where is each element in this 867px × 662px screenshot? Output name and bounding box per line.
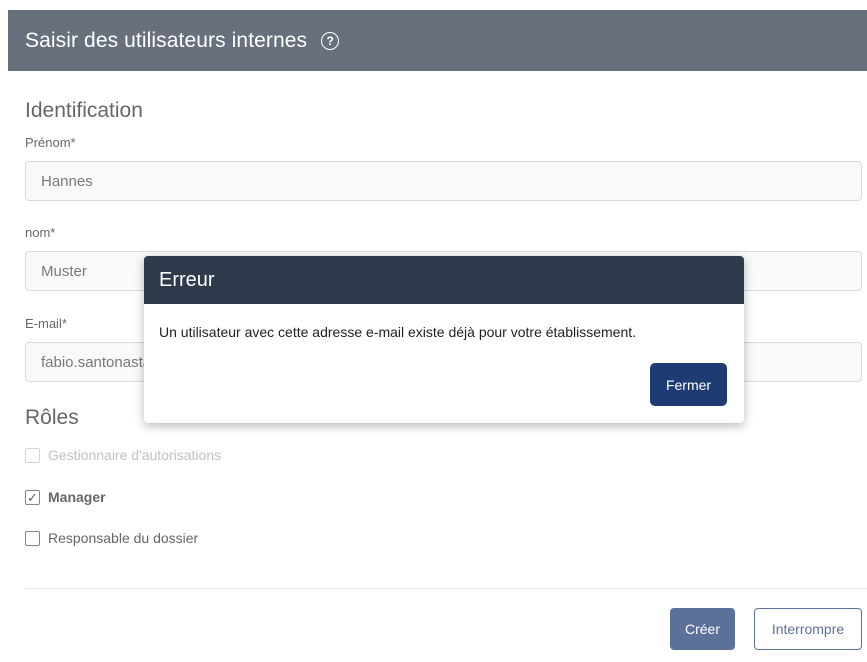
- error-dialog: Erreur Un utilisateur avec cette adresse…: [144, 256, 744, 423]
- close-dialog-button[interactable]: Fermer: [650, 363, 727, 406]
- error-dialog-message: Un utilisateur avec cette adresse e-mail…: [159, 324, 637, 340]
- error-dialog-title: Erreur: [144, 256, 744, 304]
